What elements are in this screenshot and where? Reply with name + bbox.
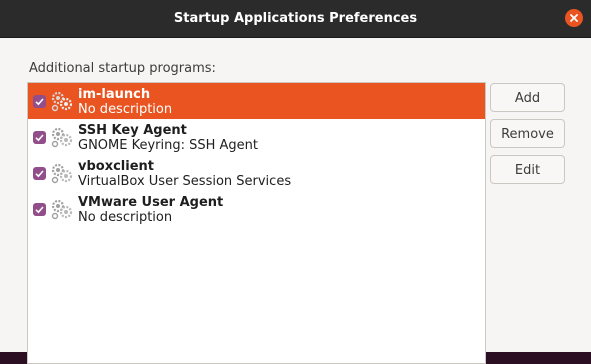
title-bar: Startup Applications Preferences — [0, 0, 591, 38]
list-item[interactable]: vboxclient VirtualBox User Session Servi… — [28, 155, 485, 191]
remove-button[interactable]: Remove — [490, 119, 565, 148]
gears-icon — [51, 199, 73, 220]
enabled-checkbox[interactable] — [33, 203, 46, 216]
checkmark-icon — [35, 98, 44, 106]
gears-icon — [51, 91, 73, 112]
enabled-checkbox[interactable] — [33, 131, 46, 144]
add-button[interactable]: Add — [490, 83, 565, 112]
startup-programs-list[interactable]: im-launch No description SSH Key Agent G… — [27, 82, 486, 364]
program-name: SSH Key Agent — [78, 123, 187, 138]
enabled-checkbox[interactable] — [33, 167, 46, 180]
program-description: No description — [78, 210, 173, 225]
close-icon — [570, 14, 578, 22]
edit-button[interactable]: Edit — [490, 155, 565, 184]
list-item[interactable]: VMware User Agent No description — [28, 191, 485, 227]
close-button[interactable] — [565, 9, 583, 27]
gears-icon — [51, 163, 73, 184]
program-description: GNOME Keyring: SSH Agent — [78, 138, 259, 153]
list-item[interactable]: im-launch No description — [28, 83, 485, 119]
list-item[interactable]: SSH Key Agent GNOME Keyring: SSH Agent — [28, 119, 485, 155]
program-description: VirtualBox User Session Services — [78, 174, 292, 189]
checkmark-icon — [35, 134, 44, 142]
enabled-checkbox[interactable] — [33, 95, 46, 108]
program-description: No description — [78, 102, 173, 117]
program-name: VMware User Agent — [78, 195, 224, 210]
startup-programs-label: Additional startup programs: — [29, 61, 216, 76]
program-name: im-launch — [78, 87, 151, 102]
gears-icon — [51, 127, 73, 148]
checkmark-icon — [35, 206, 44, 214]
program-name: vboxclient — [78, 159, 155, 174]
startup-applications-window: Startup Applications Preferences Additio… — [0, 0, 591, 364]
window-title: Startup Applications Preferences — [173, 11, 418, 26]
checkmark-icon — [35, 170, 44, 178]
